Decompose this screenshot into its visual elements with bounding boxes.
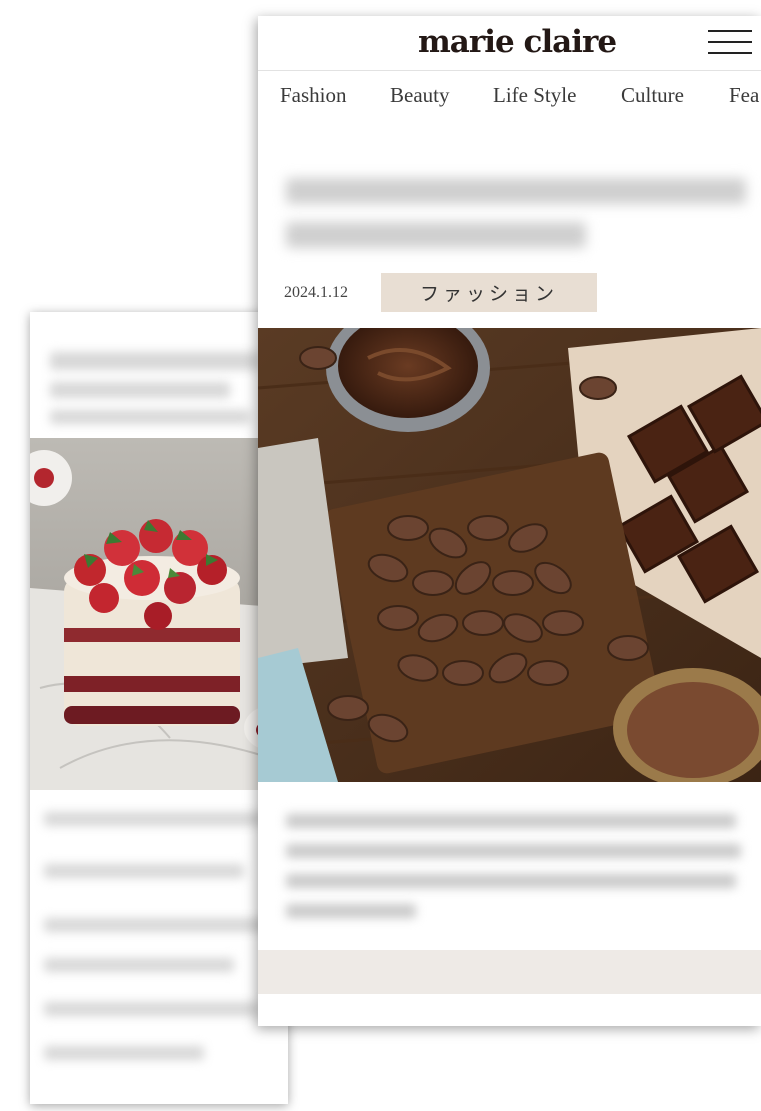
category-badge[interactable]: ファッション — [381, 273, 597, 312]
article-date: 2024.1.12 — [284, 284, 348, 301]
torn-edge-bottom — [30, 1088, 288, 1104]
chocolate-cacao-photo — [258, 328, 761, 782]
blurred-article-title — [286, 178, 746, 204]
blurred-article-title — [286, 222, 586, 248]
nav-item-beauty[interactable]: Beauty — [390, 83, 449, 108]
blurred-body-text — [44, 864, 244, 878]
footer-band — [258, 950, 761, 994]
blurred-article-body — [286, 814, 736, 828]
background-article-page — [30, 312, 288, 1104]
nav-item-life-style[interactable]: Life Style — [493, 83, 576, 108]
blurred-article-body — [286, 844, 741, 858]
site-header: marie claire — [258, 16, 761, 71]
blurred-article-body — [286, 904, 416, 918]
strawberry-cake-photo — [30, 438, 288, 790]
blurred-headline — [50, 382, 230, 398]
article-page: marie claire Fashion Beauty Life Style C… — [258, 16, 761, 1026]
blurred-headline — [50, 410, 250, 424]
blurred-headline — [50, 352, 260, 370]
blurred-body-text — [44, 1046, 204, 1060]
torn-edge-bottom — [258, 999, 761, 1026]
site-logo[interactable]: marie claire — [418, 24, 617, 60]
torn-edge-top — [30, 312, 288, 327]
hamburger-menu-icon[interactable] — [708, 30, 752, 56]
blurred-article-body — [286, 874, 736, 888]
blurred-body-text — [44, 812, 264, 826]
nav-item-fashion[interactable]: Fashion — [280, 83, 347, 108]
blurred-body-text — [44, 1002, 259, 1016]
category-nav: Fashion Beauty Life Style Culture Fea — [258, 71, 761, 123]
blurred-body-text — [44, 958, 234, 972]
nav-item-features[interactable]: Fea — [729, 83, 759, 108]
blurred-body-text — [44, 918, 269, 932]
nav-item-culture[interactable]: Culture — [621, 83, 684, 108]
